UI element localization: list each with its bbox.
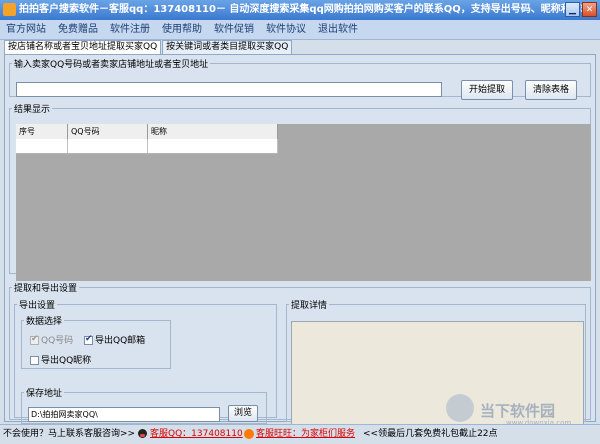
option-export-nickname[interactable]: 导出QQ昵称 — [30, 353, 91, 366]
input-section: 输入卖家QQ号码或者卖家店铺地址或者宝贝地址 开始提取 清除表格 — [9, 57, 591, 100]
results-section: 结果显示 序号 QQ号码 昵称 — [9, 102, 591, 281]
data-select-legend: 数据选择 — [26, 317, 63, 327]
extract-details-legend: 提取详情 — [291, 301, 328, 311]
export-settings-group: 导出设置 数据选择 QQ号码 导出QQ邮箱 导出QQ昵称 保存地址 D:\拍拍网… — [14, 298, 277, 424]
watermark: 当下软件园 www.downxia.com — [446, 394, 571, 427]
checkbox-icon — [84, 334, 93, 345]
window-title: 拍拍客户搜索软件－客服qq：137408110－ 自动深度搜索采集qq网购拍拍网… — [19, 4, 591, 15]
option-qq-number[interactable]: QQ号码 — [30, 333, 73, 346]
customer-service-wangwang-link[interactable]: 客服旺旺：为家柜们服务 — [256, 425, 355, 444]
table-cell — [16, 139, 68, 153]
menu-free-gifts[interactable]: 免费赠品 — [52, 20, 104, 39]
tab-by-keyword[interactable]: 按关键词或者类目提取买家QQ — [162, 40, 293, 54]
qq-icon — [138, 425, 147, 444]
status-bar: 不会使用？马上联系客服咨询>> 客服QQ：137408110 客服旺旺：为家柜们… — [0, 424, 600, 444]
column-header-index[interactable]: 序号 — [16, 124, 68, 139]
minimize-button[interactable]: ▁ — [565, 2, 580, 17]
results-grid-header: 序号 QQ号码 昵称 — [16, 124, 278, 140]
menu-agreement[interactable]: 软件协议 — [260, 20, 312, 39]
shop-address-input[interactable] — [16, 82, 442, 97]
menu-promotion[interactable]: 软件促销 — [208, 20, 260, 39]
title-bar: 拍拍客户搜索软件－客服qq：137408110－ 自动深度搜索采集qq网购拍拍网… — [0, 0, 600, 20]
main-panel: 输入卖家QQ号码或者卖家店铺地址或者宝贝地址 开始提取 清除表格 结果显示 序号… — [4, 54, 596, 430]
column-header-nickname[interactable]: 昵称 — [148, 124, 278, 139]
checkbox-icon — [30, 334, 39, 345]
watermark-logo-icon — [446, 394, 474, 422]
start-extract-button[interactable]: 开始提取 — [461, 80, 513, 100]
input-section-legend: 输入卖家QQ号码或者卖家店铺地址或者宝贝地址 — [14, 60, 209, 70]
export-settings-legend: 导出设置 — [19, 301, 56, 311]
results-grid[interactable]: 序号 QQ号码 昵称 — [16, 124, 591, 281]
save-path-group: 保存地址 D:\拍拍网卖家QQ\ 浏览 — [21, 386, 267, 424]
menu-help[interactable]: 使用帮助 — [156, 20, 208, 39]
option-export-email[interactable]: 导出QQ邮箱 — [84, 333, 145, 346]
results-legend: 结果显示 — [14, 105, 51, 115]
data-select-group: 数据选择 QQ号码 导出QQ邮箱 导出QQ昵称 — [21, 314, 171, 369]
menu-exit[interactable]: 退出软件 — [312, 20, 364, 39]
status-help-text: 不会使用？马上联系客服咨询>> — [3, 429, 136, 439]
tab-strip: 按店铺名称或者宝贝地址提取买家QQ 按关键词或者类目提取买家QQ — [4, 40, 293, 55]
tab-by-shop[interactable]: 按店铺名称或者宝贝地址提取买家QQ — [4, 40, 162, 55]
close-button[interactable]: ✕ — [582, 2, 597, 17]
checkbox-icon — [30, 356, 39, 365]
promo-text[interactable]: <<领最后几套免费礼包截止22点 — [363, 425, 498, 444]
save-path-legend: 保存地址 — [26, 389, 63, 399]
table-cell — [148, 139, 278, 153]
customer-service-qq-link[interactable]: 客服QQ：137408110 — [150, 425, 243, 444]
settings-legend: 提取和导出设置 — [14, 284, 78, 294]
wangwang-icon — [244, 425, 254, 444]
table-row[interactable] — [16, 139, 278, 154]
browse-button[interactable]: 浏览 — [228, 405, 258, 422]
save-path-input[interactable]: D:\拍拍网卖家QQ\ — [28, 407, 220, 422]
menu-register[interactable]: 软件注册 — [104, 20, 156, 39]
menu-bar: 官方网站 免费赠品 软件注册 使用帮助 软件促销 软件协议 退出软件 — [0, 20, 600, 40]
column-header-qq[interactable]: QQ号码 — [68, 124, 148, 139]
table-cell — [68, 139, 148, 153]
app-icon — [3, 3, 16, 16]
clear-table-button[interactable]: 清除表格 — [525, 80, 577, 100]
menu-official-site[interactable]: 官方网站 — [0, 20, 52, 39]
